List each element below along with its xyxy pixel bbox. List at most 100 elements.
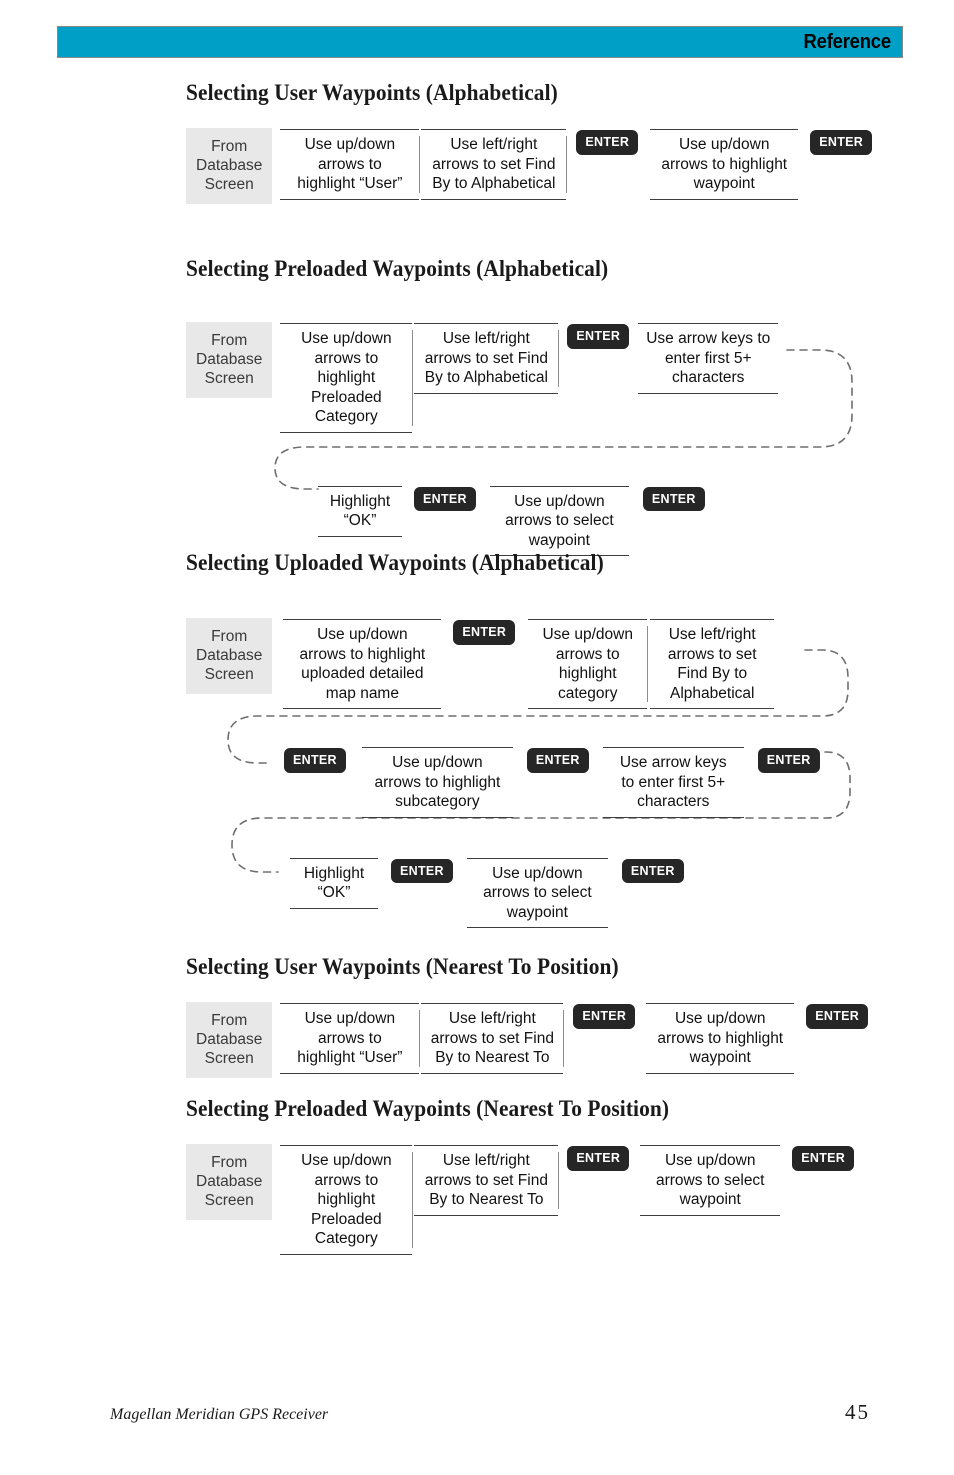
enter-key[interactable]: ENTER bbox=[414, 486, 476, 511]
flow-step-line: characters bbox=[672, 369, 745, 386]
flow-step-line: arrows to bbox=[317, 155, 382, 173]
flow-step-line: arrows to highlight bbox=[299, 645, 426, 663]
flow-step-line: highlight bbox=[317, 369, 376, 386]
flow-step: Use up/down arrows to highlight Preloade… bbox=[280, 1145, 414, 1255]
flow-row: From Database Screen Use up/down arrows … bbox=[186, 322, 906, 433]
flow-step-line: Use left/right bbox=[450, 136, 538, 153]
flow-step-line: Use left/right bbox=[668, 626, 756, 643]
start-box-from-database-screen: From Database Screen bbox=[186, 128, 273, 204]
flow-step: Use up/down arrows to highlight category bbox=[528, 619, 649, 709]
flow-step-line: Use up/down bbox=[514, 492, 605, 510]
flow-step-line: Use up/down bbox=[492, 864, 583, 882]
flow-step-line: arrows to set Find bbox=[430, 1029, 554, 1047]
start-box-line-3: Screen bbox=[204, 370, 254, 387]
flow-step-line: Use up/down bbox=[674, 1010, 766, 1027]
flow-step-line: arrows to highlight bbox=[657, 1029, 784, 1047]
flow-step-line: arrows to select bbox=[655, 1171, 765, 1189]
start-box-line-1: From bbox=[211, 1012, 248, 1029]
start-box-from-database-screen: From Database Screen bbox=[186, 1002, 273, 1078]
flow-step-line: arrows to bbox=[317, 1029, 382, 1047]
flow-step: Use up/down arrows to highlight uploaded… bbox=[283, 619, 442, 709]
enter-key[interactable]: ENTER bbox=[526, 748, 589, 773]
flow-step-line: Use left/right bbox=[442, 330, 530, 347]
flow-step: Use up/down arrows to highlight waypoint bbox=[646, 1003, 795, 1074]
flow-step: Use up/down arrows to highlight Preloade… bbox=[280, 323, 414, 433]
page-header-title: Reference bbox=[803, 30, 892, 53]
footer-page-number: 45 bbox=[845, 1400, 870, 1424]
flow-step-line: arrows to bbox=[314, 1171, 379, 1189]
flow-step-line: category bbox=[558, 684, 618, 702]
flow-row: From Database Screen Use up/down arrows … bbox=[186, 1002, 906, 1078]
flow-step: Use up/down arrows to highlight “User” bbox=[280, 129, 421, 200]
flow-row: ENTER Use up/down arrows to highlight su… bbox=[186, 746, 906, 818]
flow-step-line: Use up/down bbox=[301, 1152, 392, 1169]
enter-key[interactable]: ENTER bbox=[576, 130, 639, 155]
enter-key[interactable]: ENTER bbox=[284, 748, 346, 773]
flow-step: Use up/down arrows to select waypoint bbox=[489, 485, 629, 556]
flow-step-line: Use up/down bbox=[304, 136, 396, 153]
start-box-line-2: Database bbox=[196, 351, 263, 368]
flow-step-line: Use up/down bbox=[304, 1010, 396, 1027]
flow-step-line: map name bbox=[325, 684, 399, 702]
flow-step-line: waypoint bbox=[689, 1049, 751, 1066]
flow-step-line: enter first 5+ bbox=[664, 349, 752, 367]
enter-key[interactable]: ENTER bbox=[642, 486, 705, 511]
start-box-from-database-screen: From Database Screen bbox=[186, 1144, 273, 1220]
flow-step-line: characters bbox=[637, 793, 710, 810]
flow-step-line: arrows to bbox=[314, 349, 379, 367]
flow-step: Use arrow keys to enter first 5+ charact… bbox=[638, 323, 779, 394]
flow-step-line: highlight bbox=[317, 1191, 376, 1208]
flow-step-line: Use up/down bbox=[664, 1152, 756, 1169]
section-selecting-uploaded-waypoints-alphabetical: Selecting Uploaded Waypoints (Alphabetic… bbox=[186, 550, 906, 928]
enter-key[interactable]: ENTER bbox=[453, 620, 516, 645]
flow-step-line: Use up/down bbox=[301, 330, 392, 347]
flow-step-line: By to Alphabetical bbox=[424, 369, 548, 386]
start-box-line-3: Screen bbox=[204, 1050, 254, 1067]
flow-step-line: Find By to bbox=[677, 665, 748, 682]
section-title: Selecting User Waypoints (Alphabetical) bbox=[186, 80, 558, 105]
flow-step-line: highlight bbox=[558, 665, 617, 682]
enter-key[interactable]: ENTER bbox=[567, 324, 630, 349]
flow-step: Use left/right arrows to set Find By to … bbox=[414, 1145, 560, 1216]
flow-step-line: arrows to select bbox=[505, 512, 614, 529]
flow-step-line: Category bbox=[314, 1230, 378, 1247]
flow-step: Use up/down arrows to highlight “User” bbox=[280, 1003, 421, 1074]
page-header-bar: Reference bbox=[57, 26, 903, 58]
enter-key[interactable]: ENTER bbox=[810, 130, 873, 155]
enter-key[interactable]: ENTER bbox=[391, 858, 453, 883]
flow-step-line: “OK” bbox=[317, 884, 351, 901]
flow-step-line: Use arrow keys to bbox=[646, 330, 771, 347]
flow-step: Use arrow keys to enter first 5+ charact… bbox=[602, 747, 744, 818]
flow-step-line: Use arrow keys bbox=[619, 754, 727, 771]
enter-key[interactable]: ENTER bbox=[806, 1004, 869, 1029]
flow-step-line: arrows to set Find bbox=[424, 1171, 548, 1189]
flow-step-line: Category bbox=[314, 408, 378, 425]
flow-step-line: Use up/down bbox=[542, 626, 633, 643]
flow-step-line: uploaded detailed bbox=[301, 665, 424, 682]
enter-key[interactable]: ENTER bbox=[573, 1004, 636, 1029]
flow-step-line: waypoint bbox=[506, 903, 568, 921]
flow-step-line: waypoint bbox=[528, 531, 590, 549]
enter-key[interactable]: ENTER bbox=[757, 748, 820, 773]
footer-document-title: Magellan Meridian GPS Receiver bbox=[110, 1406, 329, 1423]
flow-step-line: Preloaded bbox=[311, 1210, 382, 1228]
start-box-line-2: Database bbox=[196, 1173, 263, 1190]
section-title: Selecting Preloaded Waypoints (Nearest T… bbox=[186, 1096, 670, 1121]
flow-step-line: highlight “User” bbox=[297, 1049, 403, 1066]
enter-key[interactable]: ENTER bbox=[621, 858, 684, 883]
flow-row: Highlight “OK” ENTER Use up/down arrows … bbox=[186, 485, 906, 556]
section-title: Selecting Preloaded Waypoints (Alphabeti… bbox=[186, 256, 609, 281]
enter-key[interactable]: ENTER bbox=[792, 1146, 855, 1171]
page: Reference Selecting User Waypoints (Alph… bbox=[0, 0, 954, 1475]
flow-step-line: arrows to set Find bbox=[432, 155, 556, 173]
start-box-line-1: From bbox=[211, 628, 248, 645]
flow-step-line: “OK” bbox=[343, 512, 377, 529]
start-box-line-3: Screen bbox=[204, 666, 254, 683]
flow-step: Use up/down arrows to select waypoint bbox=[640, 1145, 781, 1216]
flow-step: Use up/down arrows to highlight subcateg… bbox=[361, 747, 513, 818]
flow-step-line: arrows to highlight bbox=[661, 155, 788, 173]
page-footer: Magellan Meridian GPS Receiver 45 bbox=[110, 1400, 870, 1425]
enter-key[interactable]: ENTER bbox=[567, 1146, 630, 1171]
flow-step-line: Use up/down bbox=[392, 754, 483, 771]
flow-step: Highlight “OK” bbox=[290, 857, 378, 909]
